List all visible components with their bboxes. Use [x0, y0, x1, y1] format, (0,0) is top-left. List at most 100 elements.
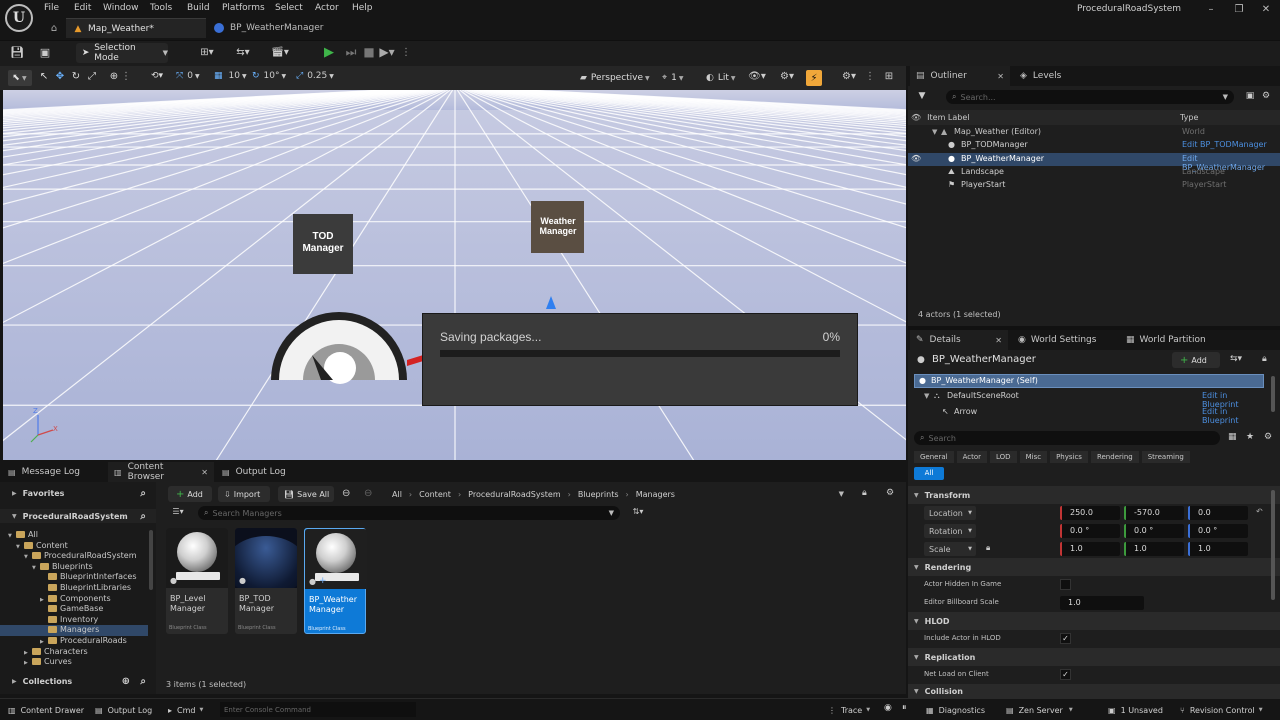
maximize-icon[interactable]: ❐ — [1231, 2, 1247, 16]
reset-icon[interactable]: ↶ — [1256, 507, 1263, 516]
breadcrumb-all[interactable]: All — [392, 490, 402, 499]
location-dropdown[interactable]: Location ▼ — [924, 506, 976, 520]
search-icon[interactable]: ⌕ — [140, 511, 146, 522]
diagnostics-button[interactable]: ▦ Diagnostics — [926, 703, 985, 717]
actor-hidden-checkbox[interactable] — [1060, 579, 1071, 590]
filter-icon[interactable]: ▼ — [916, 91, 928, 101]
cb-settings-icon[interactable]: ⚙ — [886, 488, 894, 498]
outliner-row[interactable]: ⛰︎ Landscape Landscape — [908, 166, 1280, 179]
filter-actor[interactable]: Actor — [956, 451, 988, 463]
tree-folder-curves[interactable]: ▶ Curves — [0, 657, 148, 668]
menu-edit[interactable]: Edit — [74, 3, 91, 17]
chevron-down-icon[interactable]: ▼ — [839, 490, 844, 498]
component-self[interactable]: ● BP_WeatherManager (Self) — [914, 374, 1264, 388]
viewport-more-icon[interactable]: ⋮ — [865, 71, 875, 82]
collections-header[interactable]: ▶ Collections ⊕ ⌕ — [0, 674, 156, 688]
tree-folder-components[interactable]: ▶ Components — [0, 594, 148, 605]
game-view-icon[interactable]: ⚡ — [806, 70, 822, 86]
component-row[interactable]: ↖ Arrow Edit in Blueprint — [914, 406, 1264, 425]
add-component-button[interactable]: + Add — [1172, 352, 1220, 368]
tree-folder-blueprintlibraries[interactable]: BlueprintLibraries — [0, 583, 148, 594]
breadcrumb-managers[interactable]: Managers — [636, 490, 675, 499]
minimize-icon[interactable]: – — [1203, 2, 1219, 16]
selection-mode-dropdown[interactable]: ➤ Selection Mode ▼ — [76, 43, 168, 63]
tree-folder-all[interactable]: ▼ All — [0, 530, 148, 541]
transform-tool-dropdown[interactable]: ⬉ ▼ — [8, 70, 32, 86]
output-log-button[interactable]: ▤ Output Log — [95, 703, 152, 717]
close-icon[interactable]: ✕ — [1258, 2, 1274, 16]
project-header[interactable]: ▼ ProceduralRoadSystem ⌕ — [0, 509, 156, 523]
content-drawer-button[interactable]: ▥ Content Drawer — [8, 703, 84, 717]
launch-icon[interactable]: ▶▾ — [379, 44, 394, 60]
tree-folder-proceduralroadsystem[interactable]: ▼ ProceduralRoadSystem — [0, 551, 148, 562]
unsaved-button[interactable]: ▣ 1 Unsaved — [1108, 703, 1163, 717]
tab-details[interactable]: ✎ Details ✕ — [910, 330, 1008, 350]
layout-icon[interactable]: ⊞ — [882, 71, 896, 82]
search-icon[interactable]: ⌕ — [140, 488, 146, 499]
play-icon[interactable]: ▶ — [322, 44, 336, 60]
favorite-star-icon[interactable]: ★ — [1246, 432, 1254, 442]
outliner-row[interactable]: ● BP_TODManager Edit BP_TODManager — [908, 139, 1280, 152]
pause-icon[interactable]: ⏸ — [902, 703, 907, 713]
tree-folder-blueprints[interactable]: ▼ Blueprints — [0, 562, 148, 573]
tab-output-log[interactable]: ▤ Output Log — [216, 462, 296, 482]
asset-bp-tod-manager[interactable]: ● BP_TOD Manager Blueprint Class — [235, 528, 297, 634]
visibility-icon[interactable]: 👁︎ — [911, 154, 921, 163]
rotation-dropdown[interactable]: Rotation ▼ — [924, 524, 976, 538]
cb-search[interactable]: ⌕ Search Managers ▼ — [198, 506, 620, 520]
tab-levels[interactable]: ◈ Levels — [1016, 66, 1096, 86]
edit-in-blueprint-link[interactable]: Edit in Blueprint — [1202, 407, 1264, 425]
filter-rendering[interactable]: Rendering — [1090, 451, 1139, 463]
outliner-settings-icon[interactable]: ⚙ — [1260, 91, 1272, 101]
tree-folder-characters[interactable]: ▶ Characters — [0, 647, 148, 658]
close-tab-icon[interactable]: ✕ — [997, 72, 1004, 81]
realtime-icon[interactable]: ⚙▾ — [778, 71, 796, 82]
section-rendering[interactable]: ▼ Rendering — [908, 558, 1280, 576]
tree-folder-content[interactable]: ▼ Content — [0, 541, 148, 552]
asset-bp-level-manager[interactable]: ● BP_Level Manager Blueprint Class — [166, 528, 228, 634]
rotation-y-field[interactable]: 0.0 ° — [1124, 524, 1184, 538]
breadcrumb-blueprints[interactable]: Blueprints — [578, 490, 619, 499]
arrow-tool-icon[interactable]: ↖ — [38, 71, 50, 82]
scale-z-field[interactable]: 1.0 — [1188, 542, 1248, 556]
filter-streaming[interactable]: Streaming — [1141, 451, 1190, 463]
forward-icon[interactable]: ⊖ — [364, 488, 372, 499]
scale-dropdown[interactable]: Scale ▼ — [924, 542, 976, 556]
surface-snap-icon[interactable]: ⟲▾ — [148, 71, 166, 81]
tab-content-browser[interactable]: ▥ Content Browser ✕ — [108, 462, 214, 482]
breadcrumb-project[interactable]: ProceduralRoadSystem — [468, 490, 560, 499]
tab-map-weather[interactable]: ▲ Map_Weather* — [66, 18, 206, 38]
menu-actor[interactable]: Actor — [315, 3, 339, 17]
record-icon[interactable]: ◉ — [884, 703, 892, 713]
include-hlod-checkbox[interactable]: ✓ — [1060, 633, 1071, 644]
play-options-icon[interactable]: ⋮ — [401, 44, 411, 60]
add-actor-icon[interactable]: ⊞▾ — [196, 45, 218, 59]
net-load-checkbox[interactable]: ✓ — [1060, 669, 1071, 680]
menu-select[interactable]: Select — [275, 3, 303, 17]
section-transform[interactable]: ▼ Transform — [908, 486, 1280, 504]
show-flags-icon[interactable]: 👁︎▾ — [748, 71, 766, 82]
content-icon[interactable]: ▣ — [38, 45, 52, 59]
add-collection-icon[interactable]: ⊕ — [122, 676, 130, 687]
zen-server-dropdown[interactable]: ▤ Zen Server ▼ — [1006, 703, 1073, 717]
more-options-icon[interactable]: ⋮ — [121, 71, 131, 82]
scale-x-field[interactable]: 1.0 — [1060, 542, 1120, 556]
grid-snap[interactable]: ▦ 10 ▼ — [214, 71, 247, 81]
tab-world-partition[interactable]: ▦ World Partition — [1126, 330, 1226, 350]
menu-help[interactable]: Help — [352, 3, 373, 17]
save-icon[interactable]: 💾︎ — [10, 45, 24, 59]
filter-icon[interactable]: ☰▾ — [168, 507, 188, 516]
blueprint-menu-icon[interactable]: ⇆▾ — [232, 45, 254, 59]
lock-icon[interactable]: 🔒︎ — [1262, 354, 1267, 364]
cb-save-all-button[interactable]: 💾︎ Save All — [278, 486, 334, 502]
unreal-logo-icon[interactable]: U — [5, 4, 33, 32]
viewport-settings-icon[interactable]: ⚙▾ — [840, 71, 858, 82]
component-row[interactable]: ▼ ⛬ DefaultSceneRoot Edit in Blueprint — [914, 390, 1264, 409]
scale-tool-icon[interactable]: ⤢ — [86, 71, 98, 82]
camera-speed-dropdown[interactable]: ⌖ 1 ▼ — [662, 70, 683, 86]
cinematics-icon[interactable]: 🎬︎▾ — [268, 45, 292, 59]
outliner-row-selected[interactable]: 👁︎ ● BP_WeatherManager Edit BP_WeatherMa… — [908, 152, 1280, 172]
asset-bp-weather-manager[interactable]: ● + BP_Weather Manager Blueprint Class — [304, 528, 367, 634]
stop-icon[interactable]: ■ — [362, 44, 376, 60]
details-search[interactable]: ⌕ Search — [914, 431, 1220, 445]
